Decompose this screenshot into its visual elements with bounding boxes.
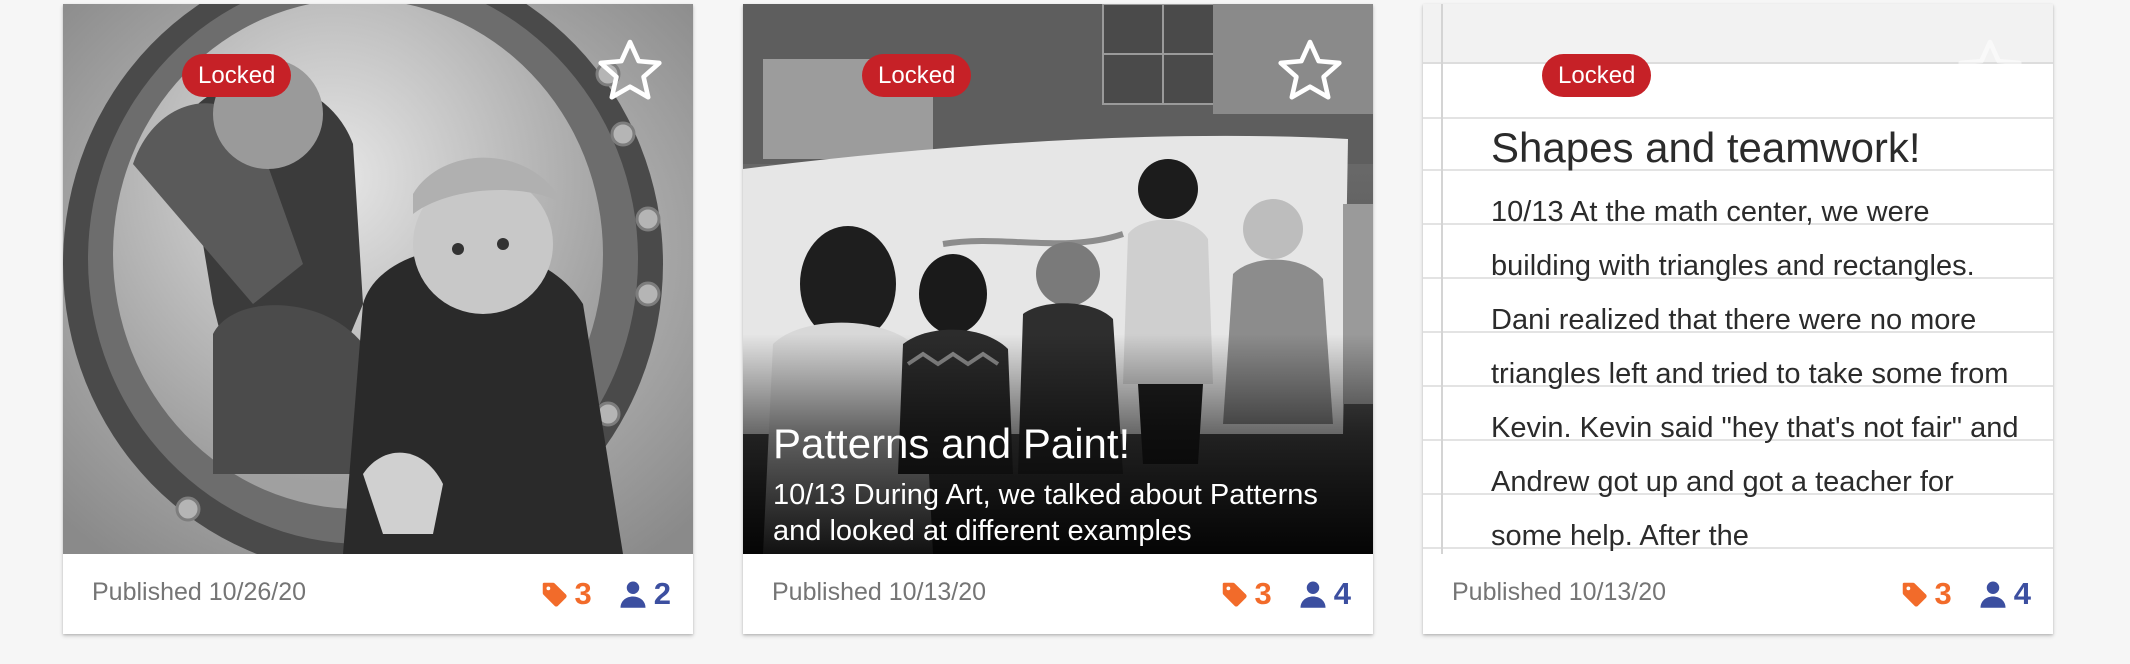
observation-text: 10/13 At the math center, we were buildi…: [1491, 196, 2019, 552]
tag-icon: [1222, 582, 1247, 607]
star-outline-icon[interactable]: [593, 34, 667, 108]
person-icon: [1300, 581, 1326, 608]
card-stats: 3 4: [1899, 574, 2031, 614]
star-outline-icon[interactable]: [1273, 34, 1347, 108]
person-icon: [1980, 581, 2006, 608]
tag-icon: [1902, 582, 1927, 607]
observation-title: Patterns and Paint!: [773, 420, 1131, 467]
people-count[interactable]: 4: [1298, 576, 1351, 612]
observation-photo[interactable]: Locked: [63, 4, 693, 554]
people-count-value: 4: [1333, 576, 1351, 611]
people-count-value: 4: [2013, 576, 2031, 611]
tag-count-value: 3: [574, 576, 592, 611]
tag-count-value: 3: [1934, 576, 1952, 611]
card-stats: 3 2: [539, 574, 671, 614]
margin-line: [1441, 4, 1443, 554]
locked-badge: Locked: [1542, 54, 1652, 97]
observation-card[interactable]: Locked Published 10/26/20 3 2: [63, 4, 693, 634]
people-count-value: 2: [653, 576, 671, 611]
tag-count[interactable]: 3: [539, 576, 592, 612]
observation-title: Shapes and teamwork!: [1491, 124, 1921, 171]
person-icon: [620, 581, 646, 608]
tag-count[interactable]: 3: [1899, 576, 1952, 612]
published-date: Published 10/13/20: [1452, 578, 1667, 606]
tag-icon: [542, 582, 567, 607]
tag-count[interactable]: 3: [1219, 576, 1272, 612]
people-count[interactable]: 4: [1978, 576, 2031, 612]
published-date: Published 10/13/20: [772, 578, 987, 606]
locked-badge: Locked: [182, 54, 292, 97]
observation-card[interactable]: Patterns and Paint! 10/13 During Art, we…: [743, 4, 1373, 634]
locked-badge: Locked: [862, 54, 972, 97]
card-stats: 3 4: [1219, 574, 1351, 614]
card-footer: Published 10/26/20 3 2: [63, 554, 693, 634]
card-footer: Published 10/13/20 3 4: [1423, 554, 2053, 634]
caption-overlay: Patterns and Paint! 10/13 During Art, we…: [743, 334, 1373, 554]
published-date: Published 10/26/20: [92, 578, 307, 606]
card-footer: Published 10/13/20 3 4: [743, 554, 1373, 634]
note-paper[interactable]: Locked Shapes and teamwork! 10/13 At the…: [1423, 4, 2053, 554]
observation-card[interactable]: Locked Shapes and teamwork! 10/13 At the…: [1423, 4, 2053, 634]
observation-text: 10/13 During Art, we talked about Patter…: [773, 479, 1318, 547]
observation-photo[interactable]: Patterns and Paint! 10/13 During Art, we…: [743, 4, 1373, 554]
tag-count-value: 3: [1254, 576, 1272, 611]
people-count[interactable]: 2: [618, 576, 671, 612]
star-outline-icon[interactable]: [1953, 34, 2027, 108]
